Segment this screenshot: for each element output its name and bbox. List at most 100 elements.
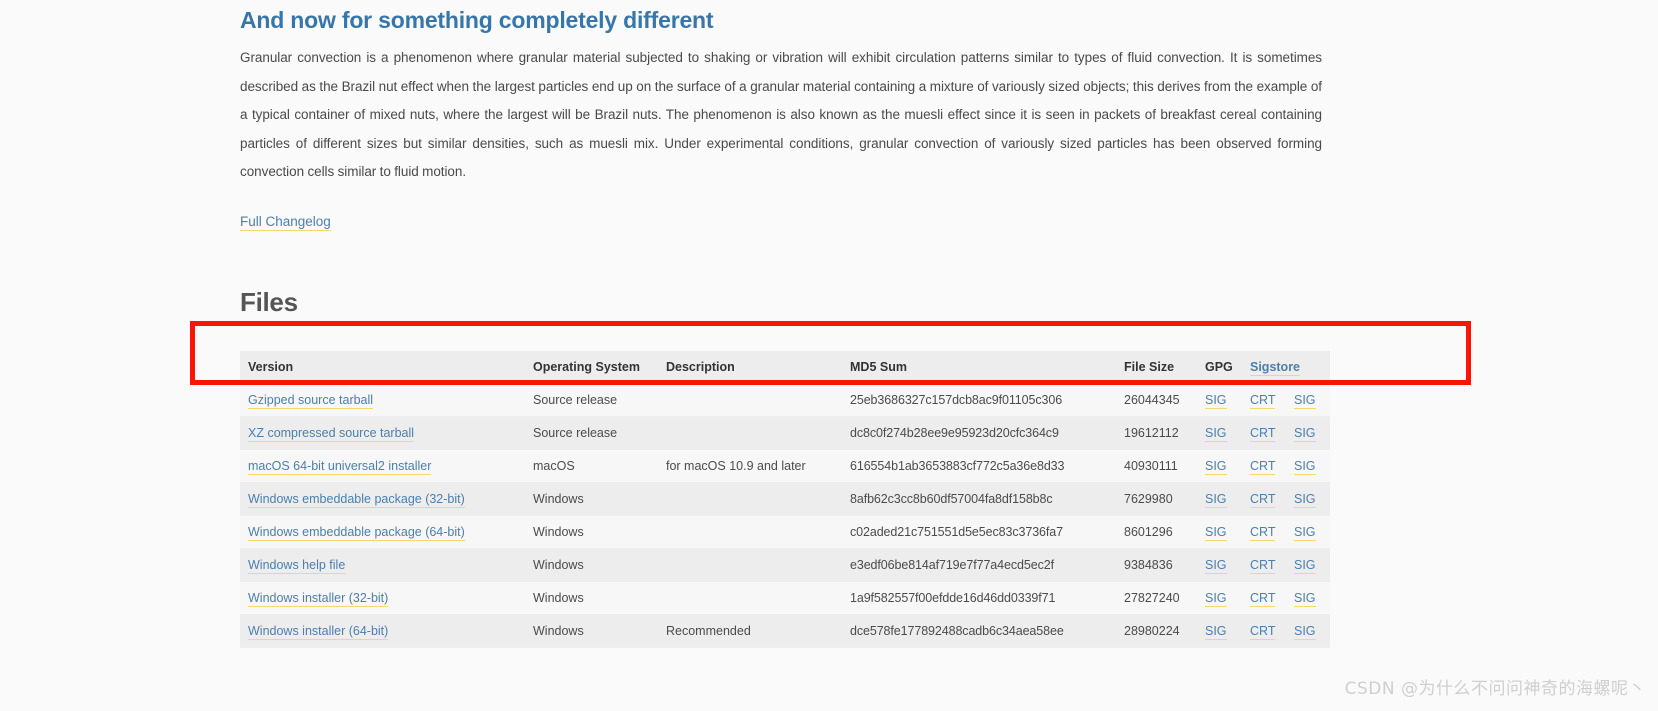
cell-operating-system: Windows [525,614,658,648]
table-row: Windows installer (32-bit) Windows 1a9f582… [240,581,1331,615]
sigstore-crt-link[interactable]: CRT [1250,425,1276,442]
sigstore-sig-link[interactable]: SIG [1294,590,1316,607]
csdn-watermark: CSDN @为什么不问问神奇的海螺呢丶 [1344,679,1646,699]
cell-gpg-sig: SIG [1197,614,1242,648]
cell-description: Recommended [658,614,842,648]
sigstore-crt-link[interactable]: CRT [1250,392,1276,409]
cell-version: Gzipped source tarball [240,383,525,417]
cell-version: Windows installer (32-bit) [240,581,525,615]
cell-md5-sum: 8afb62c3cc8b60df57004fa8df158b8c [842,482,1116,516]
cell-version: Windows embeddable package (32-bit) [240,482,525,516]
cell-sigstore-crt: CRT [1242,614,1286,648]
column-header-md5-sum: MD5 Sum [842,350,1116,384]
column-header-gpg: GPG [1197,350,1242,384]
cell-description [658,548,842,582]
full-changelog-link[interactable]: Full Changelog [240,213,331,231]
cell-md5-sum: 616554b1ab3653883cf772c5a36e8d33 [842,449,1116,483]
gpg-sig-link[interactable]: SIG [1205,623,1227,640]
cell-sigstore-sig: SIG [1286,515,1331,549]
cell-description [658,383,842,417]
sigstore-crt-link[interactable]: CRT [1250,524,1276,541]
cell-md5-sum: dce578fe177892488cadb6c34aea58ee [842,614,1116,648]
version-download-link[interactable]: macOS 64-bit universal2 installer [248,458,432,475]
cell-gpg-sig: SIG [1197,416,1242,450]
gpg-sig-link[interactable]: SIG [1205,557,1227,574]
changelog-link-wrap: Full Changelog [240,213,1340,231]
cell-sigstore-sig: SIG [1286,416,1331,450]
sigstore-crt-link[interactable]: CRT [1250,491,1276,508]
cell-version: macOS 64-bit universal2 installer [240,449,525,483]
cell-sigstore-crt: CRT [1242,383,1286,417]
cell-operating-system: Windows [525,515,658,549]
cell-sigstore-crt: CRT [1242,482,1286,516]
version-download-link[interactable]: Gzipped source tarball [248,392,374,409]
cell-sigstore-crt: CRT [1242,548,1286,582]
cell-gpg-sig: SIG [1197,581,1242,615]
sigstore-crt-link[interactable]: CRT [1250,590,1276,607]
version-download-link[interactable]: Windows help file [248,557,346,574]
table-row: Gzipped source tarball Source release 25eb… [240,383,1331,417]
sigstore-crt-link[interactable]: CRT [1250,623,1276,640]
cell-sigstore-sig: SIG [1286,581,1331,615]
cell-operating-system: Windows [525,548,658,582]
cell-sigstore-sig: SIG [1286,548,1331,582]
table-row: XZ compressed source tarball Source relea… [240,416,1331,450]
files-table-head: Version Operating System Description MD5… [240,350,1331,384]
cell-version: Windows installer (64-bit) [240,614,525,648]
sigstore-crt-link[interactable]: CRT [1250,458,1276,475]
cell-gpg-sig: SIG [1197,383,1242,417]
sigstore-sig-link[interactable]: SIG [1294,392,1316,409]
cell-operating-system: Windows [525,482,658,516]
sigstore-sig-link[interactable]: SIG [1294,557,1316,574]
sigstore-sig-link[interactable]: SIG [1294,623,1316,640]
cell-sigstore-sig: SIG [1286,383,1331,417]
cell-file-size: 19612112 [1116,416,1197,450]
cell-sigstore-crt: CRT [1242,449,1286,483]
version-download-link[interactable]: Windows installer (64-bit) [248,623,389,640]
version-download-link[interactable]: Windows installer (32-bit) [248,590,389,607]
cell-file-size: 28980224 [1116,614,1197,648]
cell-sigstore-sig: SIG [1286,614,1331,648]
version-download-link[interactable]: Windows embeddable package (32-bit) [248,491,465,508]
table-row: Windows embeddable package (32-bit) Windo… [240,482,1331,516]
cell-file-size: 27827240 [1116,581,1197,615]
column-header-version: Version [240,350,525,384]
table-row: Windows embeddable package (64-bit) Windo… [240,515,1331,549]
release-content: And now for something completely differe… [240,0,1340,648]
cell-md5-sum: 25eb3686327c157dcb8ac9f01105c306 [842,383,1116,417]
gpg-sig-link[interactable]: SIG [1205,392,1227,409]
gpg-sig-link[interactable]: SIG [1205,524,1227,541]
table-row: macOS 64-bit universal2 installer macOS fo… [240,449,1331,483]
cell-sigstore-sig: SIG [1286,449,1331,483]
table-row: Windows installer (64-bit) Windows Recomme… [240,614,1331,648]
gpg-sig-link[interactable]: SIG [1205,491,1227,508]
cell-file-size: 26044345 [1116,383,1197,417]
sigstore-link[interactable]: Sigstore [1250,359,1301,376]
sigstore-crt-link[interactable]: CRT [1250,557,1276,574]
cell-file-size: 7629980 [1116,482,1197,516]
gpg-sig-link[interactable]: SIG [1205,425,1227,442]
column-header-operating-system: Operating System [525,350,658,384]
page-root: And now for something completely differe… [0,0,1658,711]
version-download-link[interactable]: Windows embeddable package (64-bit) [248,524,465,541]
table-row: Windows help file Windows e3edf06be814af71… [240,548,1331,582]
cell-md5-sum: e3edf06be814af719e7f77a4ecd5ec2f [842,548,1116,582]
cell-description [658,416,842,450]
cell-md5-sum: 1a9f582557f00efdde16d46dd0339f71 [842,581,1116,615]
gpg-sig-link[interactable]: SIG [1205,458,1227,475]
cell-gpg-sig: SIG [1197,548,1242,582]
release-description: Granular convection is a phenomenon wher… [240,50,1322,179]
sigstore-sig-link[interactable]: SIG [1294,425,1316,442]
version-download-link[interactable]: XZ compressed source tarball [248,425,415,442]
gpg-sig-link[interactable]: SIG [1205,590,1227,607]
cell-sigstore-crt: CRT [1242,416,1286,450]
cell-operating-system: Source release [525,383,658,417]
cell-sigstore-crt: CRT [1242,581,1286,615]
cell-version: Windows help file [240,548,525,582]
files-heading: Files [240,286,298,317]
release-title: And now for something completely differe… [240,7,714,33]
sigstore-sig-link[interactable]: SIG [1294,458,1316,475]
column-header-description: Description [658,350,842,384]
sigstore-sig-link[interactable]: SIG [1294,524,1316,541]
sigstore-sig-link[interactable]: SIG [1294,491,1316,508]
